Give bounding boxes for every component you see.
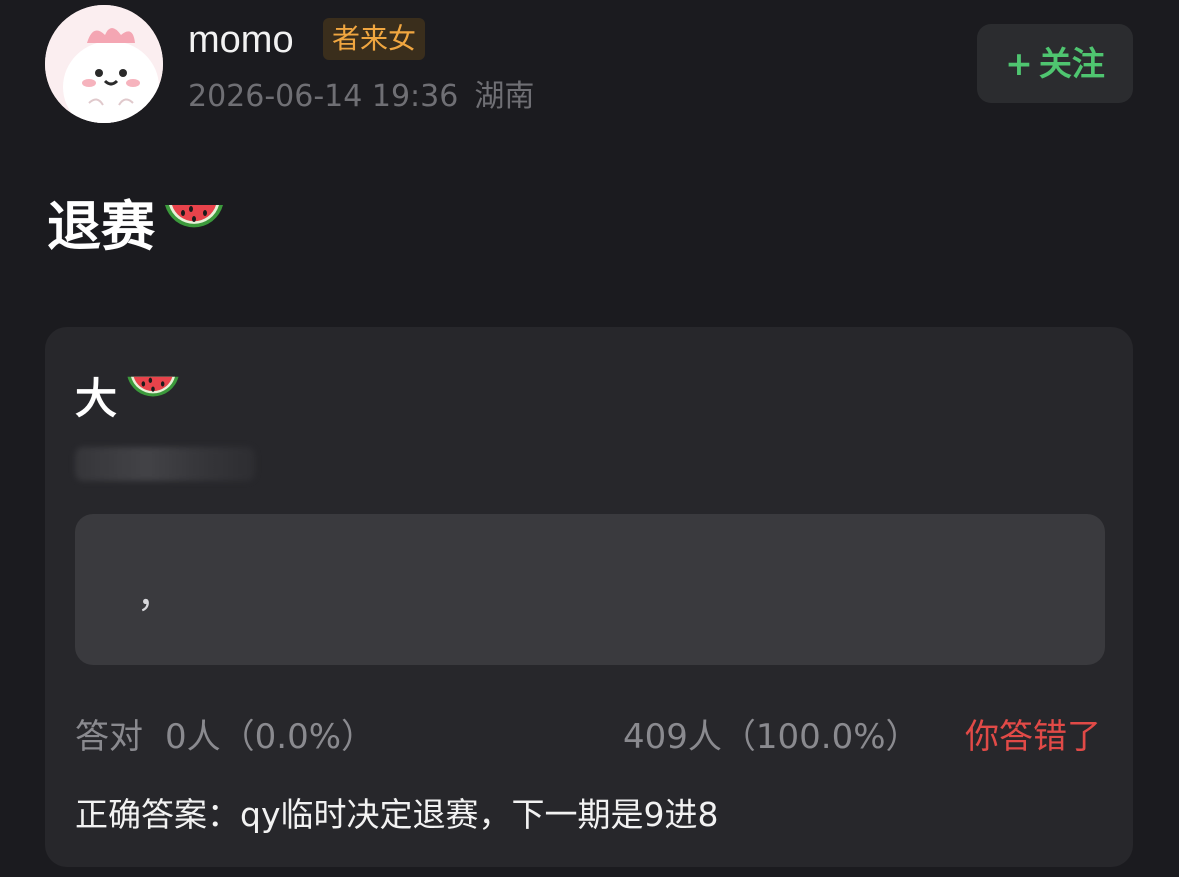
result-wrong-text: 你答错了	[965, 717, 1101, 757]
quiz-question: 大	[75, 367, 183, 423]
post-title-text: 退赛	[47, 195, 155, 258]
quiz-question-text: 大	[75, 373, 118, 423]
watermelon-icon	[161, 192, 227, 262]
post-location: 湖南	[474, 79, 535, 114]
watermelon-icon	[123, 368, 183, 422]
plus-icon: +	[1005, 44, 1033, 83]
follow-button[interactable]: + 关注	[977, 24, 1133, 103]
avatar[interactable]	[45, 5, 163, 123]
username[interactable]: momo	[188, 16, 294, 64]
blurred-subtext	[75, 447, 255, 481]
quiz-card: 大 ， 答对 0人（0.0%） 409人（100.0%） 你答错了 正确答案：qy…	[45, 327, 1133, 867]
post-date: 2026-06-14 19:36	[188, 79, 459, 114]
correct-count: 0人（0.0%）	[165, 717, 376, 757]
quiz-option[interactable]: ，	[75, 514, 1105, 665]
quiz-option-text: ，	[137, 575, 174, 616]
wrong-count: 409人（100.0%）	[623, 717, 920, 757]
user-tag-badge: 者来女	[323, 18, 426, 60]
follow-button-label: 关注	[1038, 44, 1105, 83]
correct-label: 答对	[75, 717, 143, 757]
post-meta: 2026-06-14 19:36 湖南	[188, 78, 534, 116]
quiz-stats: 答对 0人（0.0%） 409人（100.0%） 你答错了	[75, 715, 1105, 759]
avatar-image	[45, 5, 163, 123]
post-title: 退赛	[47, 192, 227, 262]
correct-stats: 答对 0人（0.0%）	[75, 715, 375, 759]
correct-answer-text: 正确答案：qy临时决定退赛，下一期是9进8	[75, 795, 719, 834]
